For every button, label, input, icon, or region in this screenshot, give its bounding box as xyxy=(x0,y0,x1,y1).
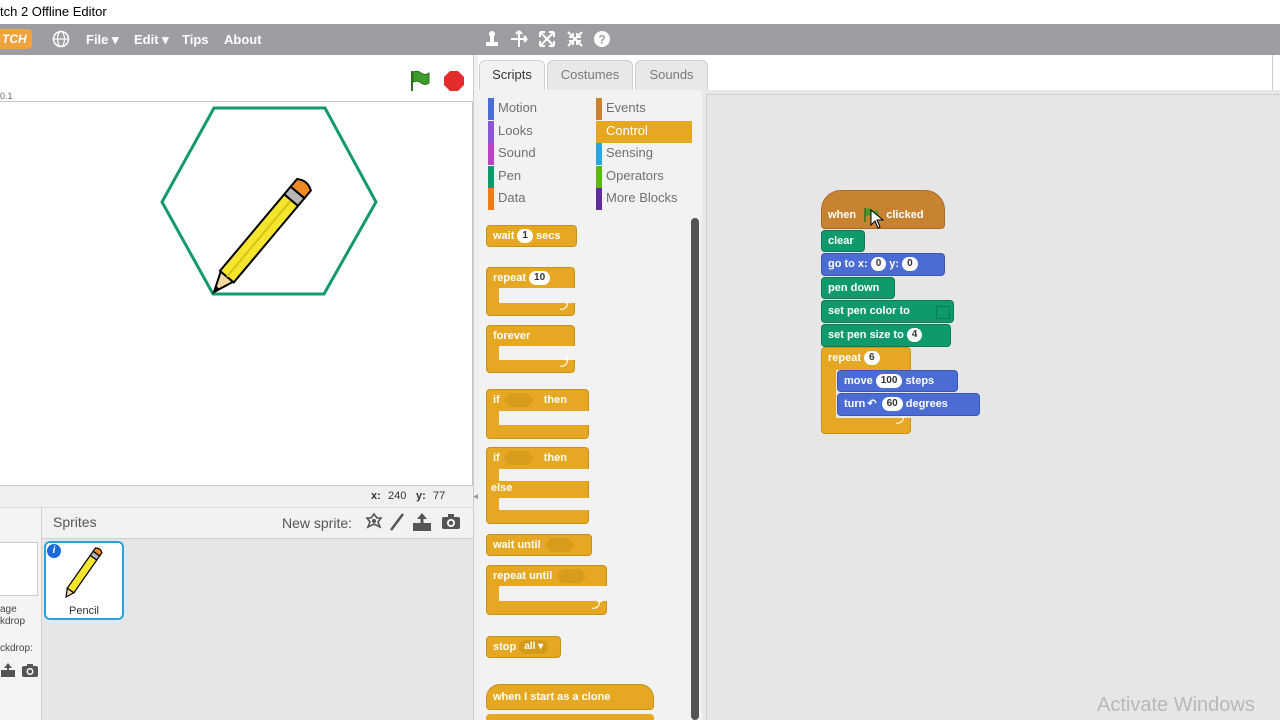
cut-scissors-icon[interactable] xyxy=(510,30,528,48)
block-set-pen-color[interactable]: set pen color to xyxy=(821,300,954,323)
loop-arrow-icon: ⤴ xyxy=(560,301,570,312)
info-icon[interactable]: i xyxy=(47,544,61,558)
help-icon[interactable]: ? xyxy=(593,30,611,48)
window-edge xyxy=(1272,55,1280,90)
paint-sprite-icon[interactable] xyxy=(388,512,406,537)
menu-about[interactable]: About xyxy=(224,24,262,55)
version-label: 0.1 xyxy=(0,91,13,101)
x-label: x: xyxy=(371,490,381,502)
tab-sounds[interactable]: Sounds xyxy=(635,60,708,90)
pen-color-swatch[interactable] xyxy=(936,306,950,319)
backdrop-count-label: kdrop xyxy=(0,616,26,627)
category-motion[interactable]: Motion xyxy=(488,98,584,120)
sprite-thumbnail-pencil[interactable]: i Pencil xyxy=(44,541,124,620)
block-when-start-as-clone[interactable]: when I start as a clone xyxy=(486,684,654,710)
mouse-cursor-icon xyxy=(870,208,885,234)
green-flag-icon[interactable] xyxy=(408,69,432,98)
block-pen-down[interactable]: pen down xyxy=(821,277,895,299)
menu-tips[interactable]: Tips xyxy=(182,24,209,55)
upload-sprite-icon[interactable] xyxy=(412,512,432,537)
category-sound[interactable]: Sound xyxy=(488,143,584,165)
window-title: tch 2 Offline Editor xyxy=(0,0,1280,24)
block-set-pen-size[interactable]: set pen size to 4 xyxy=(821,324,951,347)
block-turn-degrees[interactable]: turn ↶ 60 degrees xyxy=(837,393,980,416)
y-value: 77 xyxy=(433,490,446,502)
block-if-then-else[interactable]: if then else xyxy=(486,447,591,524)
camera-backdrop-icon[interactable] xyxy=(21,663,39,683)
category-sensing[interactable]: Sensing xyxy=(596,143,692,165)
block-if-then[interactable]: if then xyxy=(486,389,591,439)
sprites-list: i Pencil xyxy=(42,539,473,720)
menu-bar: TCH File ▾ Edit ▾ Tips About ? xyxy=(0,24,1280,55)
y-label: y: xyxy=(416,490,426,502)
block-go-to-xy[interactable]: go to x: 0 y: 0 xyxy=(821,253,945,276)
menu-file[interactable]: File ▾ xyxy=(86,24,119,55)
scratch-logo[interactable]: TCH xyxy=(0,29,32,49)
block-clear[interactable]: clear xyxy=(821,230,865,252)
activate-windows-watermark: Activate Windows xyxy=(1097,694,1255,716)
stage-drawing xyxy=(160,106,378,296)
category-control[interactable]: Control xyxy=(596,120,692,143)
camera-sprite-icon[interactable] xyxy=(441,513,461,535)
stage-thumbnail[interactable] xyxy=(0,542,38,596)
stop-sign-icon[interactable] xyxy=(443,70,465,97)
svg-text:?: ? xyxy=(598,33,605,47)
x-value: 240 xyxy=(388,490,407,502)
category-looks[interactable]: Looks xyxy=(488,120,584,143)
sprites-title: Sprites xyxy=(53,514,97,530)
sprites-header: Sprites New sprite: xyxy=(42,508,473,539)
category-more-blocks[interactable]: More Blocks xyxy=(596,188,692,210)
new-sprite-label: New sprite: xyxy=(282,515,353,531)
new-backdrop-label: ckdrop: xyxy=(0,643,33,654)
globe-icon[interactable] xyxy=(52,30,70,48)
loop-arrow-icon: ⤴ xyxy=(592,600,602,611)
stage-label: age xyxy=(0,604,17,615)
app-window: tch 2 Offline Editor TCH File ▾ Edit ▾ T… xyxy=(0,0,1280,720)
block-forever[interactable]: forever ⤴ xyxy=(486,325,577,373)
stage-thumbnail-column: age kdrop ckdrop: xyxy=(0,508,42,720)
sprite-library-icon[interactable] xyxy=(365,512,383,537)
block-create-clone-partial[interactable] xyxy=(486,714,654,720)
block-wait-until[interactable]: wait until xyxy=(486,534,592,556)
tab-costumes[interactable]: Costumes xyxy=(547,60,633,90)
block-move-steps[interactable]: move 100 steps xyxy=(837,370,958,392)
category-pen[interactable]: Pen xyxy=(488,165,584,188)
block-repeat-until[interactable]: repeat until ⤴ xyxy=(486,565,609,615)
upload-backdrop-icon[interactable] xyxy=(0,662,16,683)
mouse-coords-bar: x: 240 y: 77 xyxy=(0,486,473,508)
shrink-icon[interactable] xyxy=(566,30,584,48)
sprite-name: Pencil xyxy=(69,605,99,617)
category-data[interactable]: Data xyxy=(488,188,584,210)
stage-header: 0.1 xyxy=(0,55,473,101)
category-list-right: Events Control Sensing Operators More Bl… xyxy=(596,98,692,210)
rotate-left-icon: ↶ xyxy=(867,398,877,410)
menu-edit[interactable]: Edit ▾ xyxy=(134,24,169,55)
block-stop[interactable]: stop all ▾ xyxy=(486,636,561,658)
block-wait-secs[interactable]: wait 1 secs xyxy=(486,225,577,247)
category-events[interactable]: Events xyxy=(596,98,692,120)
loop-arrow-icon: ⤴ xyxy=(560,358,570,369)
block-repeat[interactable]: repeat 10 ⤴ xyxy=(486,267,577,316)
category-list-left: Motion Looks Sound Pen Data xyxy=(488,98,584,210)
pencil-costume-icon xyxy=(65,547,103,599)
stage-canvas[interactable] xyxy=(0,101,473,486)
category-operators[interactable]: Operators xyxy=(596,165,692,188)
tab-scripts[interactable]: Scripts xyxy=(479,60,545,91)
scripts-area[interactable] xyxy=(702,90,1280,720)
duplicate-stamp-icon[interactable] xyxy=(483,30,501,48)
grow-icon[interactable] xyxy=(538,30,556,48)
palette-scrollbar[interactable] xyxy=(691,218,699,720)
block-palette: Motion Looks Sound Pen Data Events Contr… xyxy=(478,90,702,720)
